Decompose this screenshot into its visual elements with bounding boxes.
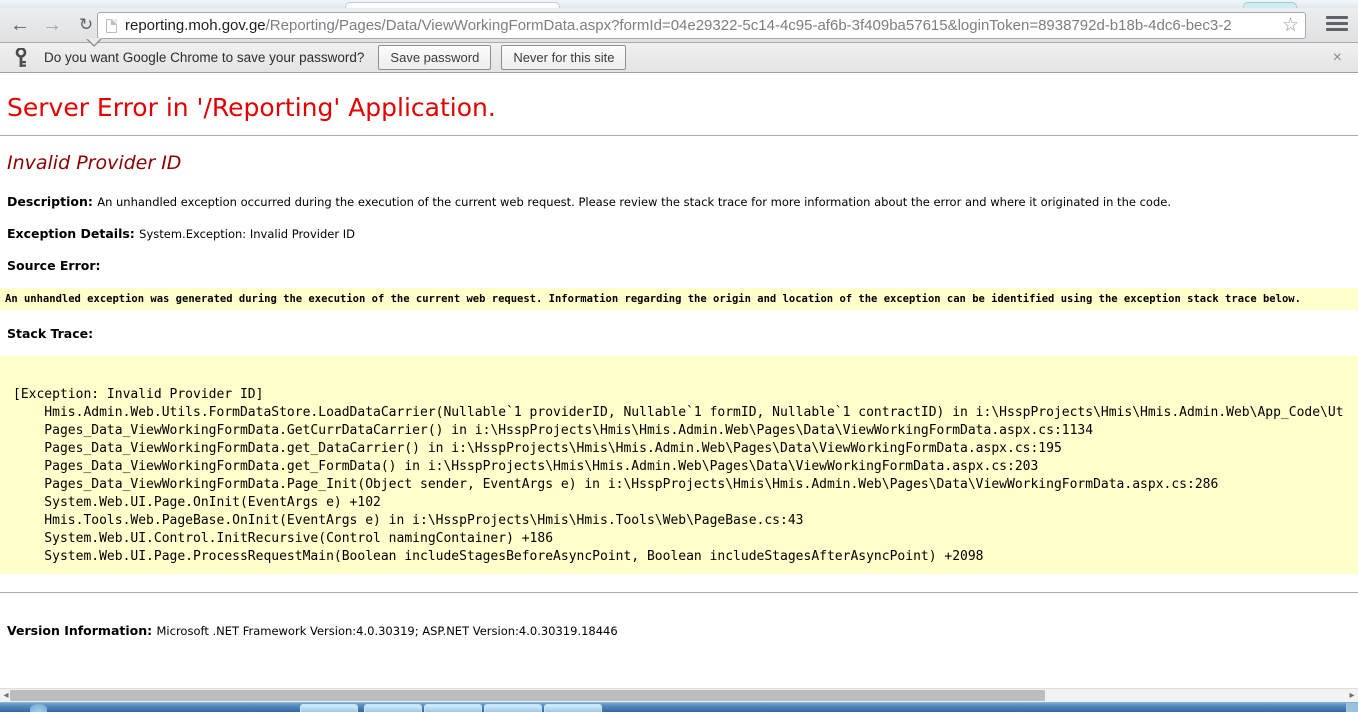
description-text: An unhandled exception occurred during t…	[97, 195, 1171, 209]
taskbar-button[interactable]	[424, 704, 482, 712]
start-button[interactable]	[30, 704, 47, 712]
version-info-line: Version Information: Microsoft .NET Fram…	[7, 623, 1358, 638]
version-info-label: Version Information:	[7, 623, 157, 638]
tab-strip	[0, 0, 1358, 8]
description-label: Description:	[7, 194, 97, 209]
error-page: Server Error in '/Reporting' Application…	[0, 73, 1358, 688]
divider	[0, 592, 1358, 593]
browser-window: ← → ↻ reporting.moh.gov.ge/Reporting/Pag…	[0, 0, 1358, 712]
page-title: Server Error in '/Reporting' Application…	[7, 93, 1358, 123]
taskbar-button[interactable]	[484, 704, 542, 712]
scrollbar-thumb[interactable]	[10, 690, 1045, 701]
scroll-right-arrow-icon[interactable]: ▸	[1346, 689, 1358, 702]
system-tray	[1346, 703, 1358, 712]
taskbar-button[interactable]	[300, 704, 358, 712]
never-for-site-button[interactable]: Never for this site	[501, 45, 626, 70]
url-path: /Reporting/Pages/Data/ViewWorkingFormDat…	[266, 17, 1232, 34]
divider	[0, 135, 1358, 136]
save-password-button[interactable]: Save password	[378, 45, 491, 70]
stack-trace-label: Stack Trace:	[7, 326, 1358, 342]
key-icon	[14, 48, 28, 68]
taskbar-button[interactable]	[364, 704, 422, 712]
infobar-message: Do you want Google Chrome to save your p…	[44, 50, 364, 65]
exception-details-text: System.Exception: Invalid Provider ID	[139, 227, 355, 241]
version-info-text: Microsoft .NET Framework Version:4.0.303…	[157, 624, 618, 638]
infobar-arrow-icon	[86, 39, 102, 47]
source-error-text: An unhandled exception was generated dur…	[5, 293, 1301, 305]
description-line: Description: An unhandled exception occu…	[7, 194, 1358, 210]
url-host: reporting.moh.gov.ge	[125, 17, 266, 34]
page-icon	[106, 19, 117, 33]
menu-icon[interactable]	[1326, 16, 1348, 34]
browser-toolbar: ← → ↻ reporting.moh.gov.ge/Reporting/Pag…	[0, 8, 1358, 43]
forward-icon[interactable]: →	[38, 11, 66, 39]
url-text[interactable]: reporting.moh.gov.ge/Reporting/Pages/Dat…	[125, 17, 1278, 34]
back-icon[interactable]: ←	[6, 11, 34, 39]
address-bar[interactable]: reporting.moh.gov.ge/Reporting/Pages/Dat…	[97, 12, 1306, 39]
windows-taskbar	[0, 702, 1358, 712]
stack-trace-pre: [Exception: Invalid Provider ID] Hmis.Ad…	[0, 356, 1358, 574]
taskbar-button[interactable]	[544, 704, 602, 712]
source-error-box: An unhandled exception was generated dur…	[0, 288, 1358, 310]
error-subtitle: Invalid Provider ID	[7, 152, 1358, 174]
close-icon[interactable]: ×	[1333, 49, 1342, 67]
exception-details-line: Exception Details: System.Exception: Inv…	[7, 226, 1358, 242]
horizontal-scrollbar[interactable]: ◂ ▸	[0, 688, 1358, 702]
exception-details-label: Exception Details:	[7, 226, 139, 241]
reload-icon[interactable]: ↻	[72, 11, 100, 39]
bookmark-star-icon[interactable]: ☆	[1282, 14, 1299, 37]
password-infobar: Do you want Google Chrome to save your p…	[0, 43, 1358, 73]
source-error-label: Source Error:	[7, 258, 1358, 274]
